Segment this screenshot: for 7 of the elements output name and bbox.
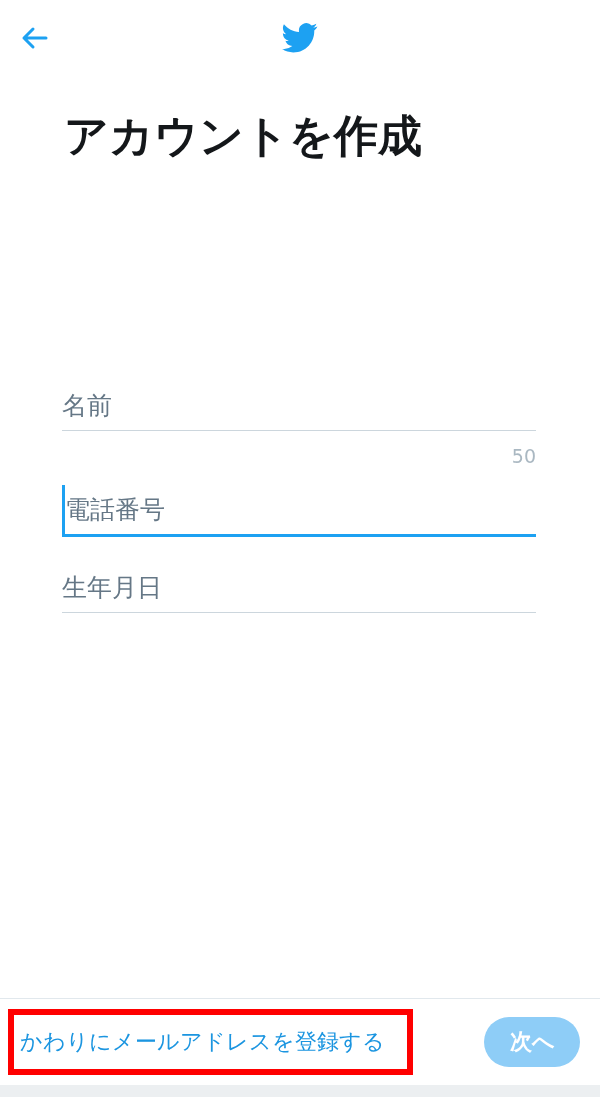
input-field[interactable]: 名前 [62,380,536,431]
email-signup-link[interactable]: かわりにメールアドレスを登録する [8,1009,413,1075]
input-field[interactable]: 生年月日 [62,562,536,613]
page-title: アカウントを作成 [64,110,423,163]
input-field[interactable]: 電話番号 [62,484,536,537]
bird-logo-icon [282,23,318,53]
character-counter: 50 [511,444,536,467]
